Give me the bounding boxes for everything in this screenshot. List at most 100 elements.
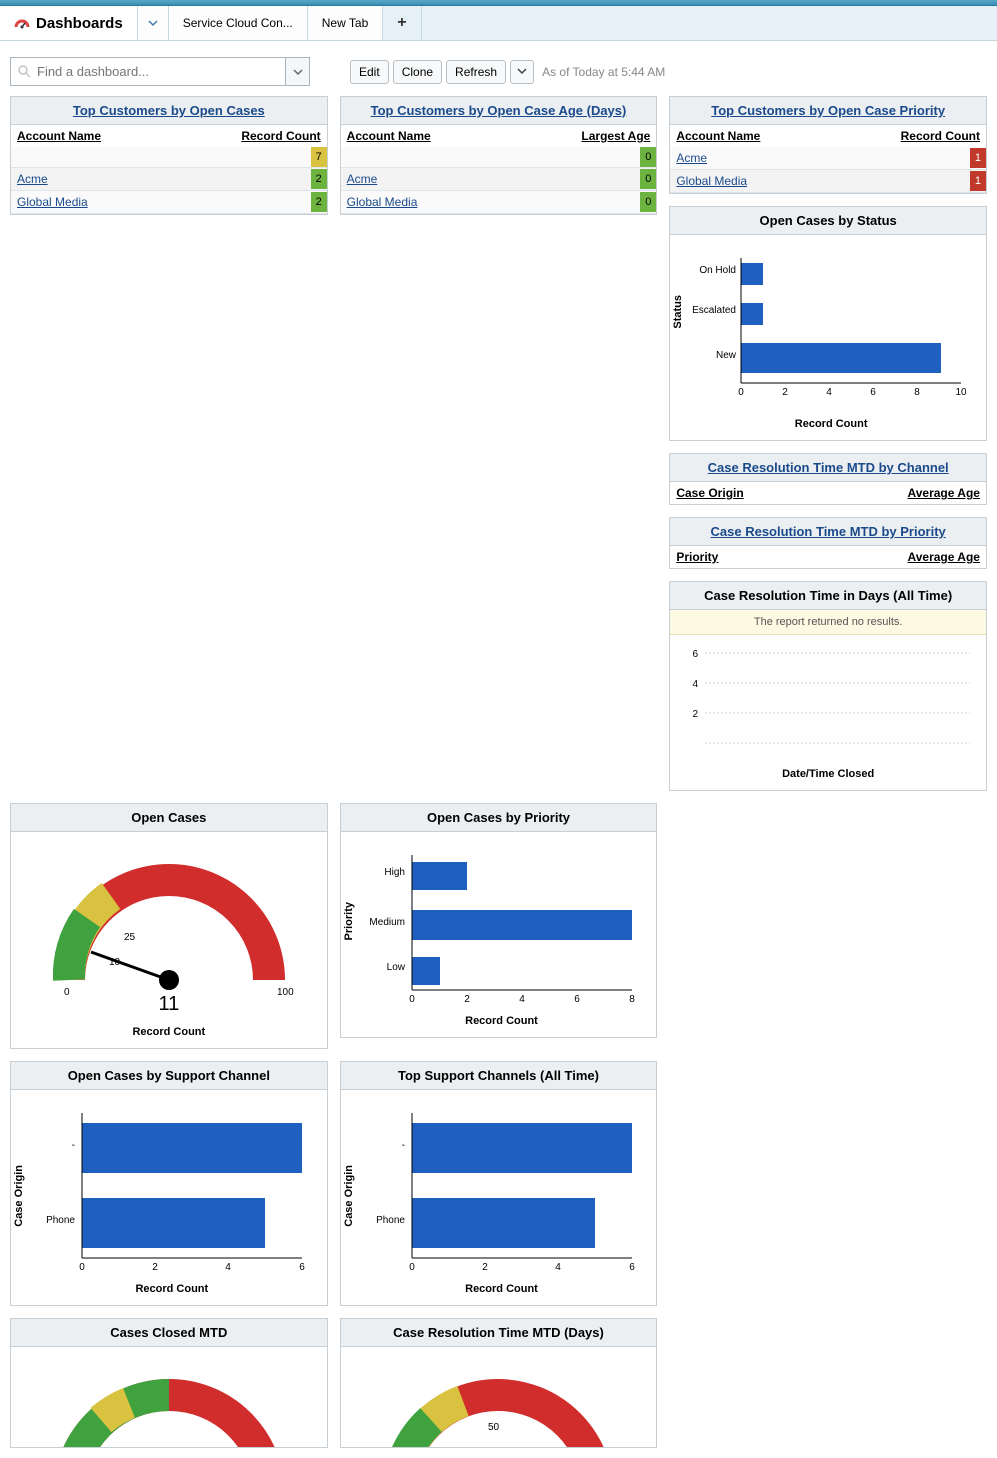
gauge-svg: 0 100 25 10: [29, 840, 309, 1000]
panel-top-priority: Top Customers by Open Case Priority Acco…: [669, 96, 987, 194]
chart-top-channels: Case Origin - Phone 0 2 4 6 Record Count: [341, 1090, 657, 1305]
edit-button[interactable]: Edit: [350, 60, 389, 84]
nav-tab-service-cloud[interactable]: Service Cloud Con...: [169, 6, 308, 40]
y-axis-label: Case Origin: [13, 1165, 25, 1227]
clone-button[interactable]: Clone: [393, 60, 442, 84]
nav-dropdown[interactable]: [138, 6, 169, 40]
svg-text:High: High: [384, 867, 405, 878]
cell-account[interactable]: Global Media: [11, 191, 311, 213]
svg-text:6: 6: [299, 1262, 305, 1273]
panel-title[interactable]: Top Customers by Open Case Age (Days): [341, 97, 657, 125]
cell-account: [11, 148, 311, 166]
svg-text:Low: Low: [386, 962, 405, 973]
svg-text:2: 2: [693, 709, 699, 720]
svg-text:0: 0: [64, 987, 70, 998]
col-age[interactable]: Average Age: [908, 486, 980, 500]
svg-text:4: 4: [693, 679, 699, 690]
svg-text:4: 4: [225, 1262, 231, 1273]
panel-open-by-channel: Open Cases by Support Channel Case Origi…: [10, 1061, 328, 1306]
refresh-button[interactable]: Refresh: [446, 60, 506, 84]
search-input[interactable]: [11, 58, 285, 85]
table-row: Acme1: [670, 147, 986, 170]
gauge-caption: Record Count: [21, 1024, 317, 1044]
cell-count: 0: [640, 192, 656, 212]
svg-text:4: 4: [519, 994, 525, 1005]
svg-text:2: 2: [783, 387, 789, 398]
panel-title[interactable]: Top Customers by Open Case Priority: [670, 97, 986, 125]
table-header: Account Name Record Count: [11, 125, 327, 147]
chevron-down-icon: [517, 66, 527, 76]
gauge-chart: [11, 1347, 327, 1448]
panel-title[interactable]: Case Resolution Time MTD by Channel: [670, 454, 986, 482]
panel-top-case-age: Top Customers by Open Case Age (Days) Ac…: [340, 96, 658, 215]
svg-text:100: 100: [277, 987, 294, 998]
no-results-message: The report returned no results.: [670, 610, 986, 635]
panel-open-by-priority: Open Cases by Priority Priority High Med…: [340, 803, 658, 1038]
as-of-timestamp: As of Today at 5:44 AM: [542, 65, 665, 79]
panel-case-resolution-mtd: Case Resolution Time MTD (Days) 50 20: [340, 1318, 658, 1448]
col-account[interactable]: Account Name: [17, 129, 101, 143]
col-count[interactable]: Record Count: [241, 129, 320, 143]
cell-count: 0: [640, 147, 656, 167]
table-row: 0: [341, 147, 657, 168]
col-age[interactable]: Largest Age: [581, 129, 650, 143]
cell-account[interactable]: Acme: [341, 168, 641, 190]
col-account[interactable]: Account Name: [347, 129, 431, 143]
panel-top-channels: Top Support Channels (All Time) Case Ori…: [340, 1061, 658, 1306]
bar-chart: High Medium Low 0 2 4 6 8: [357, 840, 637, 1010]
col-account[interactable]: Account Name: [676, 129, 760, 143]
panel-resolution-priority: Case Resolution Time MTD by Priority Pri…: [669, 517, 987, 569]
x-axis-label: Record Count: [27, 1281, 317, 1301]
svg-text:4: 4: [555, 1262, 561, 1273]
svg-text:8: 8: [629, 994, 635, 1005]
bar-chart: - Phone 0 2 4 6: [27, 1098, 307, 1278]
chart-open-by-status: Status On Hold Escalated New 0 2 4 6 8 1…: [670, 235, 986, 440]
nav-tab-dashboards[interactable]: Dashboards: [0, 6, 138, 40]
cell-account[interactable]: Global Media: [670, 170, 970, 192]
col-origin[interactable]: Case Origin: [676, 486, 743, 500]
refresh-dropdown[interactable]: [510, 60, 534, 84]
svg-text:0: 0: [79, 1262, 85, 1273]
table-header: Account Name Largest Age: [341, 125, 657, 147]
nav-tab-label: Service Cloud Con...: [183, 16, 293, 30]
panel-title: Case Resolution Time MTD (Days): [341, 1319, 657, 1347]
svg-text:Phone: Phone: [46, 1215, 75, 1226]
nav-tab-new[interactable]: New Tab: [308, 6, 383, 40]
svg-text:6: 6: [629, 1262, 635, 1273]
col-priority[interactable]: Priority: [676, 550, 718, 564]
search-dropdown[interactable]: [285, 58, 309, 85]
gauge-chart: 50 20: [341, 1347, 657, 1448]
x-axis-label: Record Count: [686, 416, 976, 436]
panel-title: Open Cases by Status: [670, 207, 986, 235]
gauge-chart: 0 100 25 10 11 Record Count: [11, 832, 327, 1048]
dashboard-grid: Top Customers by Open Cases Account Name…: [0, 96, 997, 1458]
cell-count: 7: [311, 147, 327, 167]
table-row: Global Media1: [670, 170, 986, 193]
dashboard-search: [10, 57, 310, 86]
toolbar-buttons: Edit Clone Refresh: [350, 60, 534, 84]
panel-cases-closed-mtd: Cases Closed MTD: [10, 1318, 328, 1448]
cell-count: 2: [311, 169, 327, 189]
empty-chart: 6 4 2 Date/Time Closed: [670, 635, 986, 790]
svg-text:0: 0: [409, 994, 415, 1005]
svg-text:25: 25: [124, 932, 136, 943]
panel-title[interactable]: Top Customers by Open Cases: [11, 97, 327, 125]
svg-text:New: New: [716, 350, 737, 361]
cell-account[interactable]: Global Media: [341, 191, 641, 213]
cell-account[interactable]: Acme: [670, 147, 970, 169]
panel-title[interactable]: Case Resolution Time MTD by Priority: [670, 518, 986, 546]
panel-resolution-channel: Case Resolution Time MTD by Channel Case…: [669, 453, 987, 505]
cell-account[interactable]: Acme: [11, 168, 311, 190]
gauge-svg: 50 20: [358, 1355, 638, 1448]
bar-chart: On Hold Escalated New 0 2 4 6 8 10: [686, 243, 966, 413]
col-age[interactable]: Average Age: [908, 550, 980, 564]
panel-title: Case Resolution Time in Days (All Time): [670, 582, 986, 610]
nav-tab-add[interactable]: +: [383, 6, 421, 40]
col-count[interactable]: Record Count: [901, 129, 980, 143]
svg-text:8: 8: [915, 387, 921, 398]
x-axis-label: Record Count: [357, 1013, 647, 1033]
svg-text:6: 6: [871, 387, 877, 398]
table-header: Case Origin Average Age: [670, 482, 986, 504]
gauge-svg: [29, 1355, 309, 1448]
cell-count: 1: [970, 148, 986, 168]
